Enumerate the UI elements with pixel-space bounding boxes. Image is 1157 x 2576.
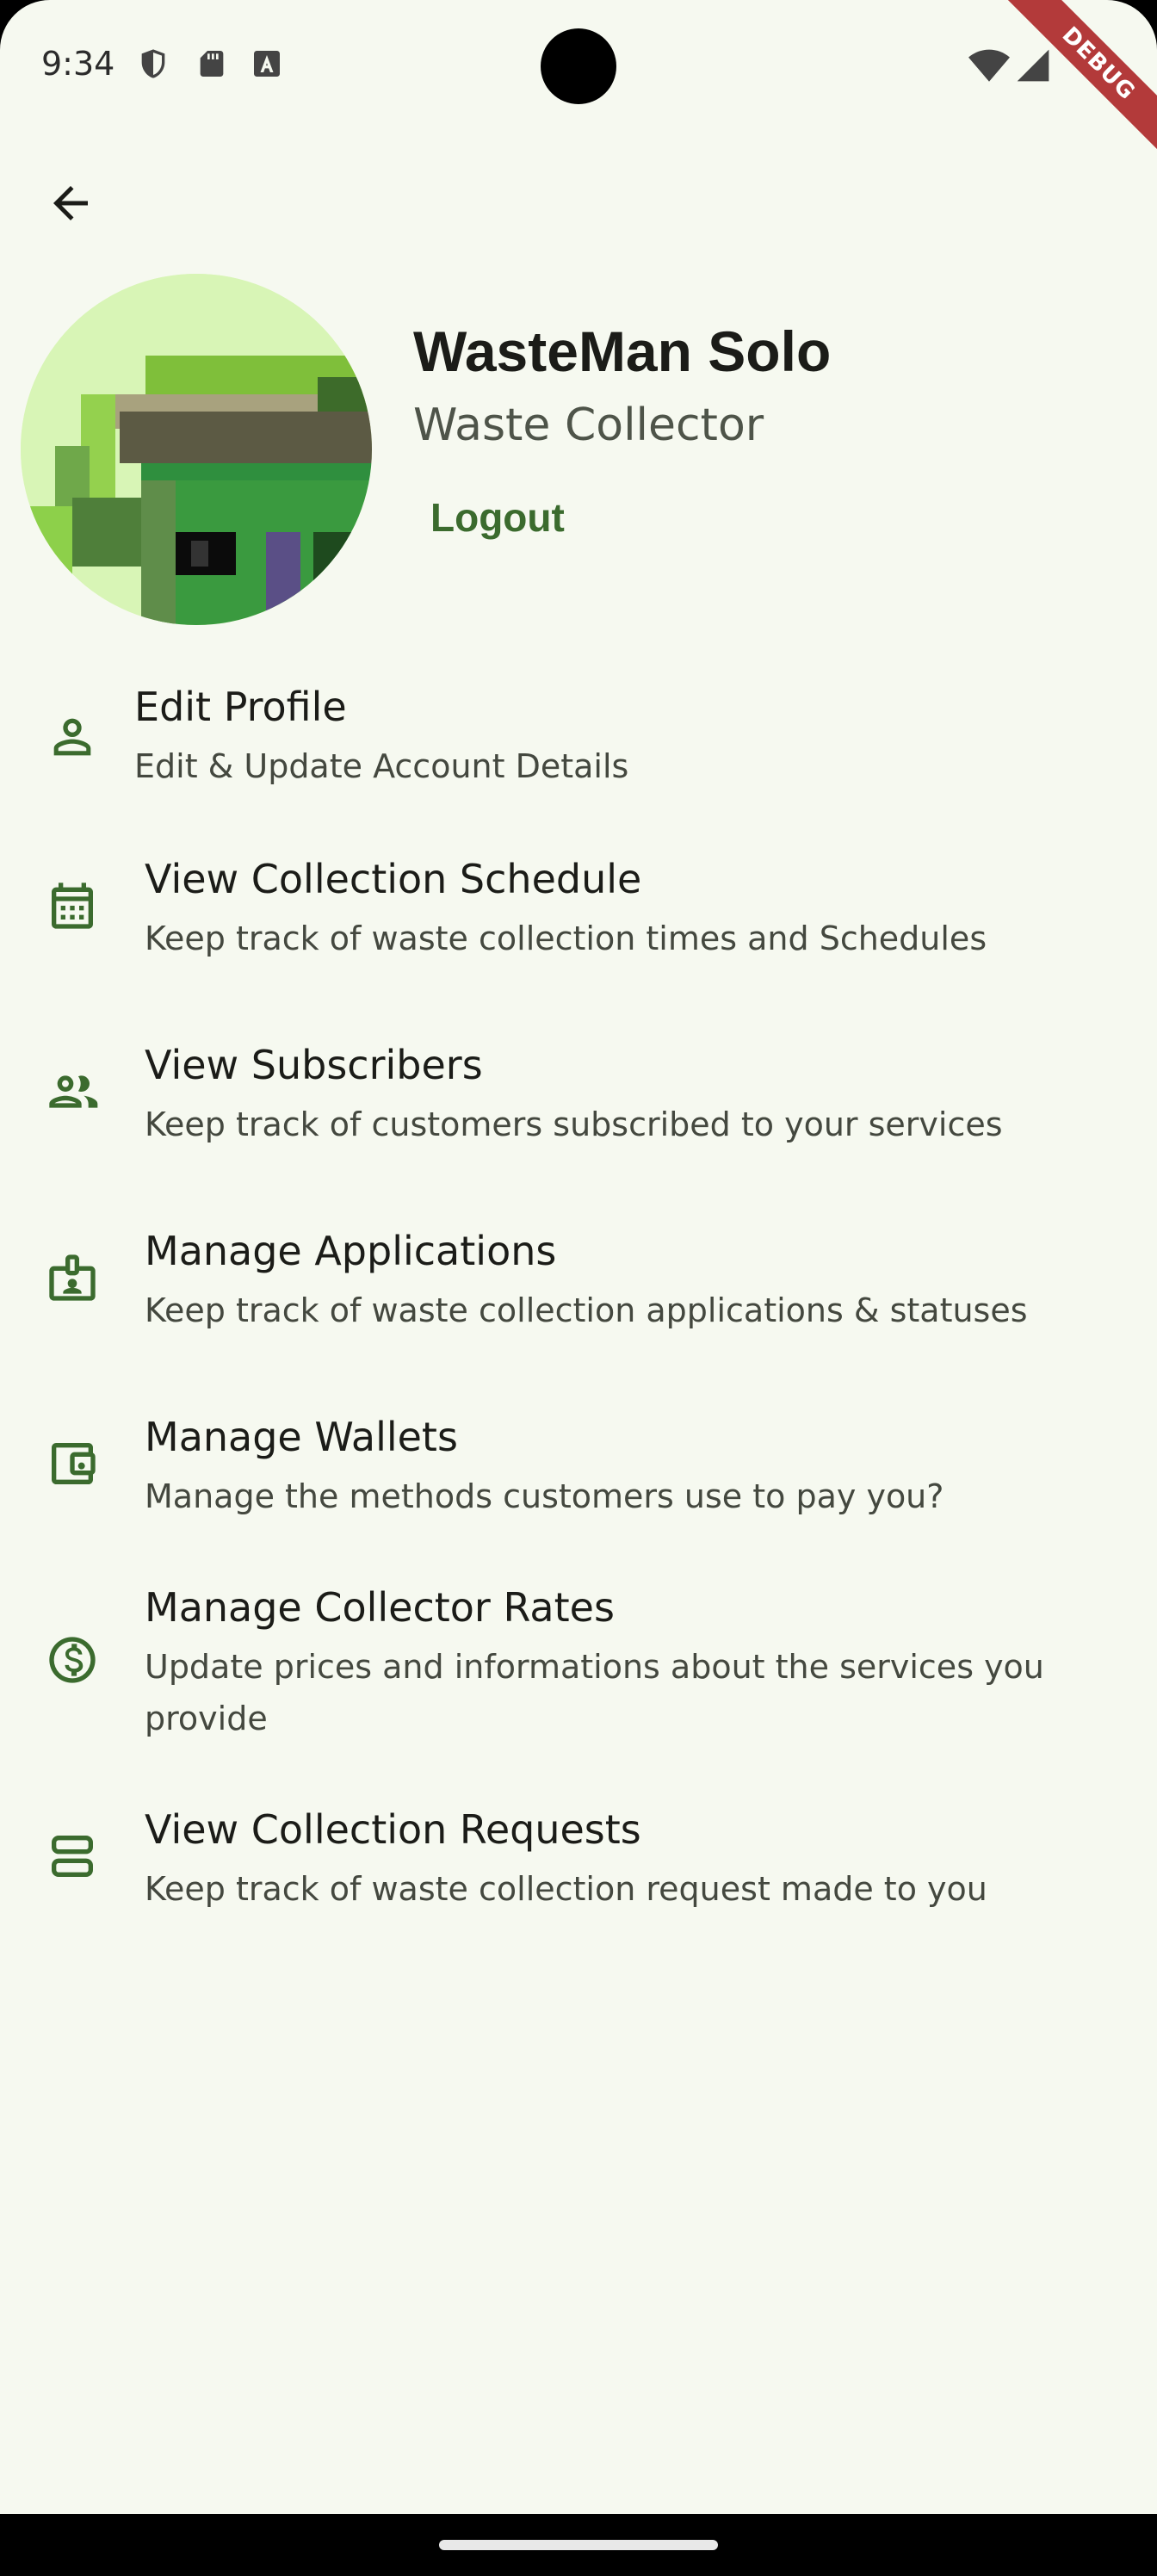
logout-button[interactable]: Logout [417,487,578,548]
menu-item-subtitle: Keep track of waste collection applicati… [145,1291,1028,1329]
people-icon [49,1075,98,1108]
menu-item-title: Edit Profile [134,684,347,730]
menu-item-edit-profile[interactable]: Edit Profile Edit & Update Account Detai… [0,672,1157,801]
status-time: 9:34 [41,45,115,83]
menu-item-title: View Subscribers [145,1042,483,1088]
menu-item-title: Manage Wallets [145,1414,458,1460]
menu-item-wallets[interactable]: Manage Wallets Manage the methods custom… [0,1402,1157,1548]
debug-banner: DEBUG [1002,0,1157,155]
avatar-image [21,274,372,625]
camera-cutout [541,28,616,104]
menu-item-subtitle: Keep track of waste collection times and… [145,920,987,957]
font-icon [254,51,280,77]
back-arrow-icon[interactable] [45,177,96,229]
menu-item-title: Manage Collector Rates [145,1584,615,1631]
menu-item-subtitle: Update prices and informations about the… [145,1648,1044,1737]
wallet-icon [52,1443,96,1484]
app-screen: 9:34 DEBUG WasteMan Solo Waste Collector… [0,0,1157,2514]
sd-card-icon [200,51,224,77]
menu-item-title: Manage Applications [145,1228,557,1274]
status-bar: 9:34 DEBUG [0,0,1157,155]
menu-item-title: View Collection Requests [145,1806,641,1853]
profile-name: WasteMan Solo [413,319,832,383]
menu-item-subtitle: Edit & Update Account Details [134,747,629,785]
profile-role: Waste Collector [413,399,764,451]
calendar-icon [52,882,93,929]
menu-item-applications[interactable]: Manage Applications Keep track of waste … [0,1216,1157,1362]
person-icon [53,718,91,756]
shield-icon [141,49,165,78]
dollar-icon [49,1637,96,1683]
menu-item-collection-requests[interactable]: View Collection Requests Keep track of w… [0,1794,1157,1941]
menu-item-collector-rates[interactable]: Manage Collector Rates Update prices and… [0,1572,1157,1762]
home-indicator[interactable] [439,2540,718,2550]
badge-icon [49,1254,96,1301]
debug-label: DEBUG [1002,0,1157,155]
menu-item-subscribers[interactable]: View Subscribers Keep track of customers… [0,1030,1157,1176]
menu-item-collection-schedule[interactable]: View Collection Schedule Keep track of w… [0,844,1157,990]
menu-item-title: View Collection Schedule [145,856,642,902]
avatar [21,274,372,625]
menu-item-subtitle: Keep track of customers subscribed to yo… [145,1105,1003,1143]
menu-item-subtitle: Keep track of waste collection request m… [145,1870,987,1908]
menu-item-subtitle: Manage the methods customers use to pay … [145,1477,944,1515]
storage-icon [52,1836,93,1877]
